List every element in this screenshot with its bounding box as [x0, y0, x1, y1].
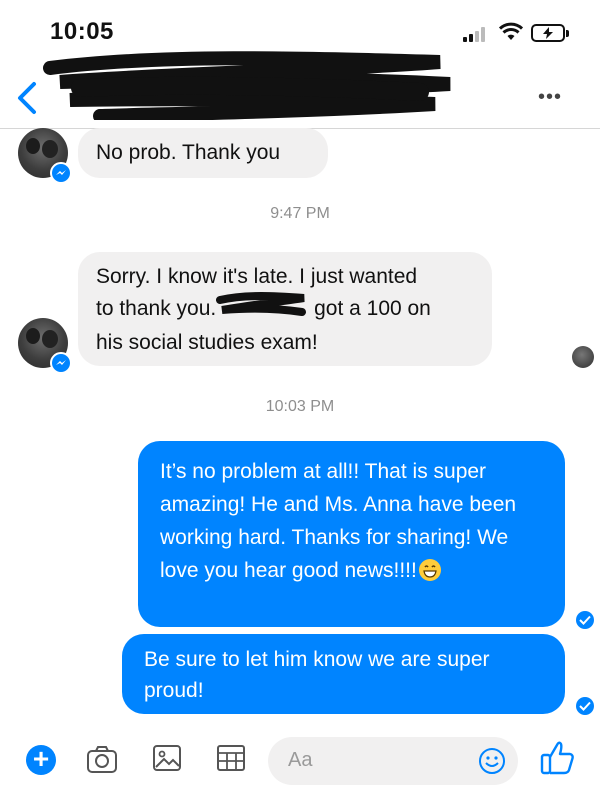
- outgoing-message[interactable]: It’s no problem at all!! That is super a…: [138, 441, 565, 627]
- plus-icon[interactable]: +: [26, 743, 56, 775]
- message-text: No prob. Thank you: [96, 141, 281, 164]
- battery-charging-icon: [531, 24, 569, 42]
- message-fragment: to thank you.: [96, 297, 217, 321]
- name-redaction: [216, 292, 308, 327]
- delivered-check-icon: [576, 697, 594, 715]
- message-line: to thank you. got a 100 on: [96, 292, 474, 327]
- delivered-check-icon: [576, 611, 594, 629]
- wifi-icon: [498, 22, 524, 42]
- thumbs-up-icon[interactable]: [540, 739, 576, 777]
- emoji-icon[interactable]: [478, 747, 506, 775]
- message-text: Be sure to let him know we are super pro…: [144, 648, 490, 702]
- message-input-placeholder: Aa: [288, 749, 313, 771]
- outgoing-message[interactable]: Be sure to let him know we are super pro…: [122, 634, 565, 714]
- camera-icon[interactable]: [86, 745, 117, 775]
- read-receipt-avatar: [572, 346, 594, 368]
- more-options-icon[interactable]: •••: [538, 86, 562, 109]
- message-input[interactable]: Aa: [268, 737, 518, 785]
- incoming-message[interactable]: No prob. Thank you: [78, 128, 328, 178]
- message-line: his social studies exam!: [96, 331, 318, 354]
- messenger-badge-icon: [50, 352, 72, 374]
- message-fragment: got a 100 on: [314, 297, 431, 321]
- grinning-emoji-icon: [418, 559, 441, 581]
- photo-icon[interactable]: [152, 743, 182, 773]
- message-line: Sorry. I know it's late. I just wanted: [96, 265, 418, 288]
- gif-grid-icon[interactable]: [216, 743, 246, 773]
- timestamp: 10:03 PM: [265, 398, 335, 415]
- messenger-badge-icon: [50, 162, 72, 184]
- status-time: 10:05: [50, 18, 114, 45]
- contact-name-redaction: [40, 48, 460, 123]
- signal-icon: [463, 26, 489, 42]
- incoming-message[interactable]: Sorry. I know it's late. I just wanted t…: [78, 252, 492, 366]
- timestamp: 9:47 PM: [270, 205, 330, 222]
- message-text: It’s no problem at all!! That is super a…: [160, 460, 517, 582]
